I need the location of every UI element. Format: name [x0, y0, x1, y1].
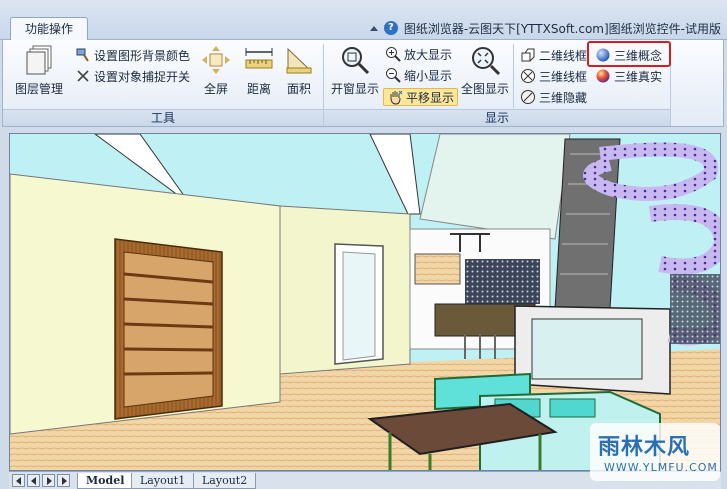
area-triangle-icon — [283, 44, 315, 76]
zoom-out-label: 缩小显示 — [404, 68, 453, 83]
pan-button[interactable]: 平移显示 — [383, 88, 459, 106]
window-zoom-label: 开窗显示 — [330, 82, 379, 96]
layout-tab-layout2[interactable]: Layout2 — [193, 473, 257, 489]
ribbon-titlebar: 功能操作 ? 图纸浏览器-云图天下[YTTXSoft.com]图纸浏览控件-试用… — [0, 0, 727, 41]
distance-button[interactable]: 距离 — [241, 44, 277, 97]
magnifier-window-icon — [339, 44, 371, 76]
group-label-display: 显示 — [324, 109, 670, 126]
drawing-viewport[interactable] — [9, 133, 721, 471]
zoom-in-label: 放大显示 — [404, 47, 453, 62]
layout-tab-layout1[interactable]: Layout1 — [131, 473, 195, 489]
ruler-distance-icon — [243, 44, 275, 76]
wireframe-3d-label: 三维线框 — [539, 69, 588, 84]
layout-tab-model[interactable]: Model — [77, 473, 134, 489]
tab-functions[interactable]: 功能操作 — [10, 17, 88, 41]
fullscreen-arrows-icon — [200, 44, 232, 76]
wireframe-2d-label: 二维线框 — [539, 48, 588, 63]
watermark-main-text: 雨林木风 — [598, 435, 691, 460]
snap-toggle-label: 设置对象捕捉开关 — [94, 69, 191, 84]
watermark-url-text: WWW.YLMFU.COM — [604, 461, 718, 474]
zoom-in-icon — [385, 46, 401, 62]
window-zoom-button[interactable]: 开窗显示 — [329, 44, 381, 97]
site-watermark: 雨林木风 WWW.YLMFU.COM — [590, 423, 720, 481]
help-icon[interactable]: ? — [383, 21, 398, 35]
background-color-button[interactable]: 设置图形背景颜色 — [75, 46, 190, 64]
layers-icon — [23, 44, 55, 76]
background-color-label: 设置图形背景颜色 — [94, 48, 191, 63]
colored-sphere-icon — [595, 68, 611, 84]
hidden-3d-button[interactable]: 三维隐藏 — [520, 88, 587, 106]
next-layout-icon[interactable] — [42, 474, 55, 487]
zoom-out-button[interactable]: 缩小显示 — [385, 66, 452, 84]
realistic-3d-label: 三维真实 — [614, 69, 663, 84]
zoom-all-button[interactable]: 全图显示 — [459, 44, 511, 97]
layer-manager-button[interactable]: 图层管理 — [11, 44, 67, 97]
last-layout-icon[interactable] — [57, 474, 70, 487]
zoom-all-label: 全图显示 — [460, 82, 509, 96]
snap-toggle-button[interactable]: 设置对象捕捉开关 — [75, 67, 190, 85]
area-button[interactable]: 面积 — [283, 44, 315, 97]
app-window: 功能操作 ? 图纸浏览器-云图天下[YTTXSoft.com]图纸浏览控件-试用… — [0, 0, 727, 489]
subgroup-separator — [513, 44, 514, 108]
zoom-in-button[interactable]: 放大显示 — [385, 45, 452, 63]
pan-label: 平移显示 — [406, 90, 455, 105]
hidden-3d-label: 三维隐藏 — [539, 90, 588, 105]
area-label: 面积 — [286, 82, 311, 96]
3d-scene-render — [10, 134, 720, 470]
layer-manager-label: 图层管理 — [14, 82, 63, 96]
paint-brush-icon — [75, 47, 91, 63]
first-layout-icon[interactable] — [12, 474, 25, 487]
wireframe-2d-icon — [520, 47, 536, 63]
wireframe-3d-icon — [520, 68, 536, 84]
pan-hand-icon — [387, 89, 403, 105]
prev-layout-icon[interactable] — [27, 474, 40, 487]
fullscreen-button[interactable]: 全屏 — [199, 44, 233, 97]
hidden-3d-icon — [520, 89, 536, 105]
zoom-out-icon — [385, 67, 401, 83]
realistic-3d-button[interactable]: 三维真实 — [595, 67, 662, 85]
collapse-ribbon-icon[interactable] — [369, 25, 378, 31]
zoom-extents-icon — [469, 44, 501, 76]
group-label-tools: 工具 — [3, 109, 323, 126]
highlight-annotation — [587, 41, 671, 67]
fullscreen-label: 全屏 — [203, 82, 228, 96]
wireframe-2d-button[interactable]: 二维线框 — [520, 46, 587, 64]
wireframe-3d-button[interactable]: 三维线框 — [520, 67, 587, 85]
window-title: 图纸浏览器-云图天下[YTTXSoft.com]图纸浏览控件-试用版 — [403, 21, 721, 36]
snap-cross-icon — [75, 68, 91, 84]
title-area: ? 图纸浏览器-云图天下[YTTXSoft.com]图纸浏览控件-试用版 — [369, 19, 721, 37]
distance-label: 距离 — [246, 82, 271, 96]
